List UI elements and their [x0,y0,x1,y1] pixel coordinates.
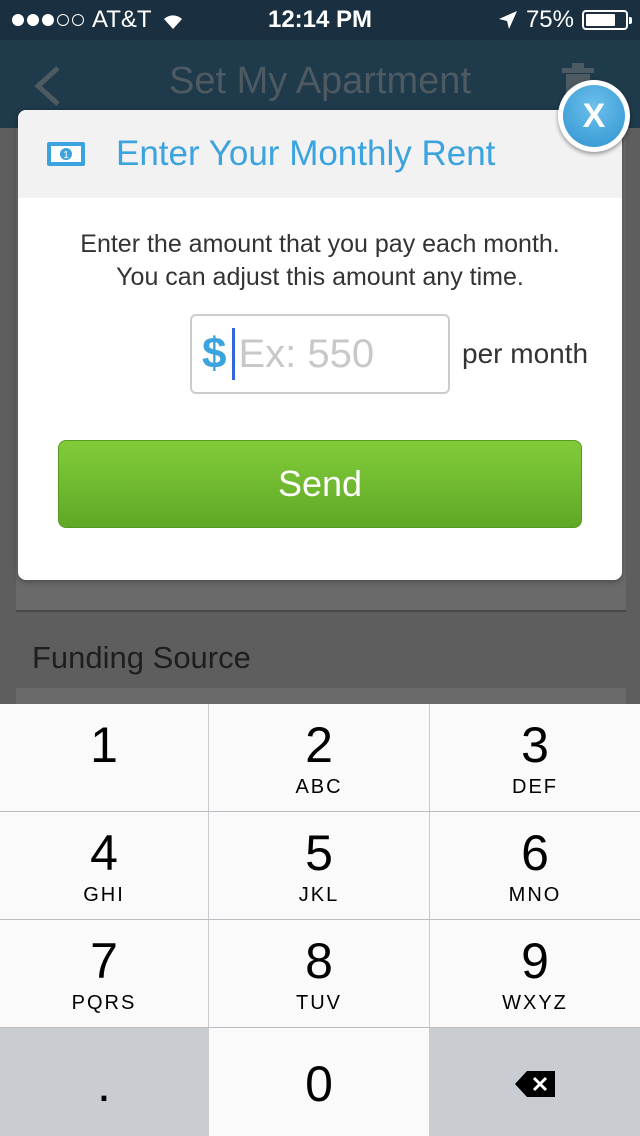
key-1[interactable]: 1 [0,704,209,811]
modal-description: Enter the amount that you pay each month… [18,228,622,294]
funding-source-label: Funding Source [32,640,251,675]
description-line-2: You can adjust this amount any time. [116,263,524,291]
page-title: Set My Apartment [168,60,471,102]
amount-field[interactable]: $ [190,314,450,394]
key-6[interactable]: 6 MNO [430,812,640,919]
dollar-sign: $ [202,329,227,378]
per-month-label: per month [462,338,589,369]
backspace-icon [515,1070,555,1097]
close-button[interactable]: X [558,80,630,152]
key-5[interactable]: 5 JKL [209,812,430,919]
key-9[interactable]: 9 WXYZ [430,920,640,1027]
key-decimal[interactable]: . [0,1028,209,1136]
numeric-keypad: 1 2 ABC 3 DEF 4 GHI 5 JKL 6 MNO 7 PQRS 8 TUV 9W… [0,704,640,1136]
modal-header: 1 Enter Your Monthly Rent [18,110,622,198]
rent-modal: 1 Enter Your Monthly Rent Enter the amou… [18,110,622,580]
amount-row: $ per month [190,314,588,394]
money-bill-icon: 1 [47,142,85,166]
key-2[interactable]: 2 ABC [209,704,430,811]
send-button[interactable]: Send [58,440,582,528]
svg-text:1: 1 [63,150,69,161]
key-0[interactable]: 0 [209,1028,430,1136]
rent-amount-input[interactable] [238,331,429,377]
status-bar: AT&T 12:14 PM 75% [0,0,640,40]
key-4[interactable]: 4 GHI [0,812,209,919]
key-3[interactable]: 3 DEF [430,704,640,811]
text-cursor [232,328,236,380]
description-line-1: Enter the amount that you pay each month… [80,230,560,258]
location-arrow-icon [498,11,517,29]
status-right: 75% [498,6,632,34]
battery-icon [582,10,632,30]
battery-percent: 75% [525,6,574,33]
key-8[interactable]: 8 TUV [209,920,430,1027]
key-delete[interactable] [430,1028,640,1136]
close-icon: X [563,85,625,147]
key-7[interactable]: 7 PQRS [0,920,209,1027]
modal-title: Enter Your Monthly Rent [116,134,496,173]
